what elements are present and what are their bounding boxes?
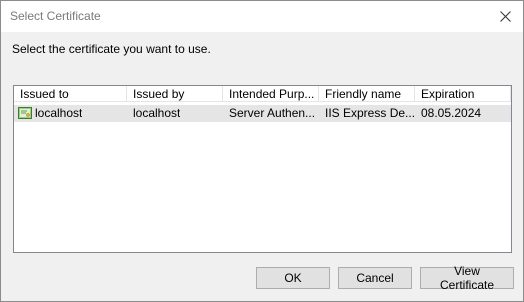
close-button[interactable] <box>487 1 523 32</box>
close-icon <box>499 11 511 22</box>
list-header: Issued to Issued by Intended Purp... Fri… <box>14 86 511 103</box>
select-certificate-dialog: Select Certificate Select the certificat… <box>0 0 524 302</box>
view-certificate-button[interactable]: View Certificate <box>420 264 514 292</box>
cell-intended-purpose: Server Authen... <box>229 106 316 120</box>
column-header-issued-by[interactable]: Issued by <box>127 86 223 102</box>
table-row[interactable]: localhost localhost Server Authen... IIS… <box>14 105 511 122</box>
cell-issued-to: localhost <box>35 106 83 120</box>
cancel-button[interactable]: Cancel <box>338 267 412 289</box>
ok-button[interactable]: OK <box>256 267 330 289</box>
window-title: Select Certificate <box>10 9 101 23</box>
certificate-list[interactable]: Issued to Issued by Intended Purp... Fri… <box>13 85 512 253</box>
instruction-text: Select the certificate you want to use. <box>12 42 211 56</box>
column-header-friendly-name[interactable]: Friendly name <box>319 86 415 102</box>
column-header-expiration[interactable]: Expiration <box>415 86 511 102</box>
certificate-icon <box>18 107 32 119</box>
cell-friendly-name: IIS Express De... <box>325 106 416 120</box>
cell-expiration: 08.05.2024 <box>421 106 482 120</box>
title-bar: Select Certificate <box>1 1 523 32</box>
cell-issued-by: localhost <box>133 106 181 120</box>
column-header-intended-purpose[interactable]: Intended Purp... <box>223 86 319 102</box>
column-header-issued-to[interactable]: Issued to <box>14 86 127 102</box>
